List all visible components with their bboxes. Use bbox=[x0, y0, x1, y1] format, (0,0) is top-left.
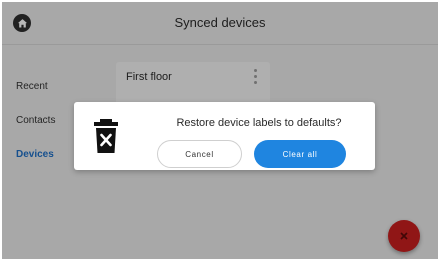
trash-clear-icon bbox=[94, 119, 118, 153]
app-screen: Synced devices Recent Contacts Devices F… bbox=[2, 2, 438, 259]
cancel-button[interactable]: Cancel bbox=[157, 140, 242, 168]
clear-all-button[interactable]: Clear all bbox=[254, 140, 346, 168]
restore-dialog: Restore device labels to defaults? Cance… bbox=[74, 102, 375, 170]
dialog-title: Restore device labels to defaults? bbox=[176, 117, 342, 129]
